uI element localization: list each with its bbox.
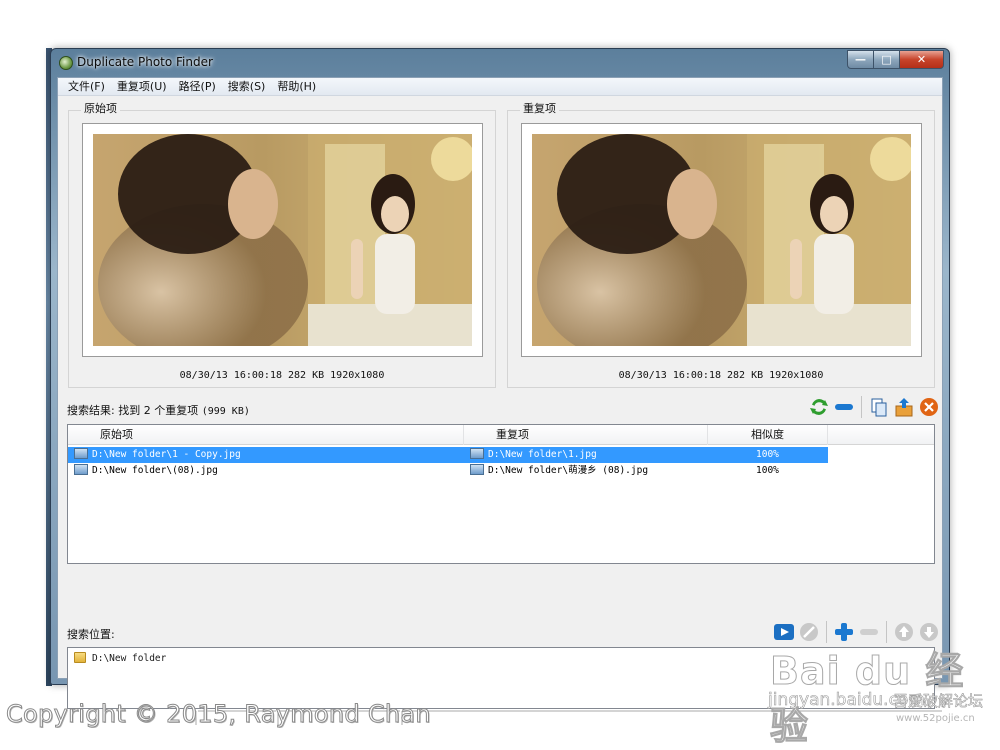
original-panel-caption: 原始项 bbox=[81, 100, 120, 116]
refresh-icon[interactable] bbox=[808, 396, 830, 418]
image-file-icon bbox=[74, 464, 88, 475]
duplicate-photo-frame bbox=[521, 123, 922, 357]
row-duplicate-cell: D:\New folder\1.jpg bbox=[470, 447, 708, 463]
results-summary: 搜索结果: 找到 2 个重复项 (999 KB) bbox=[67, 402, 250, 418]
menu-help[interactable]: 帮助(H) bbox=[271, 78, 322, 96]
window-title: Duplicate Photo Finder bbox=[77, 55, 213, 69]
duplicate-photo[interactable] bbox=[532, 134, 911, 346]
table-row[interactable]: D:\New folder\1 - Copy.jpg D:\New folder… bbox=[68, 447, 828, 463]
search-location-label: 搜索位置: bbox=[67, 628, 115, 641]
row-duplicate-path: D:\New folder\萌漫乡 (08).jpg bbox=[488, 465, 649, 476]
row-original-path: D:\New folder\(08).jpg bbox=[92, 465, 218, 476]
results-summary-size: (999 KB) bbox=[201, 406, 250, 417]
client-area: 文件(F) 重复项(U) 路径(P) 搜索(S) 帮助(H) 原始项 08/30… bbox=[57, 77, 943, 725]
original-panel: 原始项 08/30/13 16:00:18 282 KB 1920x1080 bbox=[68, 100, 496, 388]
minimize-button[interactable]: — bbox=[847, 50, 874, 69]
maximize-button[interactable]: □ bbox=[874, 50, 900, 69]
copyright-watermark: Copyright © 2015, Raymond Chan bbox=[6, 700, 432, 729]
copy-icon[interactable] bbox=[868, 396, 890, 418]
original-photo-info: 08/30/13 16:00:18 282 KB 1920x1080 bbox=[179, 370, 385, 381]
forum-watermark: 吾爱破解论坛 bbox=[893, 692, 984, 711]
row-duplicate-cell: D:\New folder\萌漫乡 (08).jpg bbox=[470, 463, 708, 479]
duplicate-photo-info: 08/30/13 16:00:18 282 KB 1920x1080 bbox=[618, 370, 824, 381]
close-icon: ✕ bbox=[916, 53, 927, 66]
toolbar-separator bbox=[861, 396, 862, 418]
original-photo[interactable] bbox=[93, 134, 472, 346]
results-toolbar bbox=[808, 394, 940, 420]
move-icon[interactable] bbox=[893, 396, 915, 418]
app-window: Duplicate Photo Finder — □ ✕ 文件(F) 重复项(U… bbox=[50, 48, 950, 725]
delete-icon[interactable] bbox=[918, 396, 940, 418]
menu-duplicates[interactable]: 重复项(U) bbox=[111, 78, 173, 96]
original-photo-frame bbox=[82, 123, 483, 357]
menu-bar: 文件(F) 重复项(U) 路径(P) 搜索(S) 帮助(H) bbox=[58, 78, 942, 96]
duplicate-panel-caption: 重复项 bbox=[520, 100, 559, 116]
image-file-icon bbox=[74, 448, 88, 459]
column-original[interactable]: 原始项 bbox=[68, 425, 464, 445]
results-table-header: 原始项 重复项 相似度 bbox=[68, 425, 934, 445]
maximize-icon: □ bbox=[881, 53, 892, 66]
column-duplicate[interactable]: 重复项 bbox=[464, 425, 708, 445]
forum-site-watermark: www.52pojie.cn bbox=[896, 713, 975, 724]
minus-icon[interactable] bbox=[833, 396, 855, 418]
folder-icon bbox=[74, 652, 86, 663]
row-similarity: 100% bbox=[756, 449, 779, 460]
image-file-icon bbox=[470, 464, 484, 475]
title-bar[interactable]: Duplicate Photo Finder — □ ✕ bbox=[51, 49, 949, 77]
menu-search[interactable]: 搜索(S) bbox=[222, 78, 272, 96]
app-logo-icon bbox=[59, 56, 73, 70]
results-summary-text: 搜索结果: 找到 2 个重复项 bbox=[67, 404, 202, 417]
column-similarity[interactable]: 相似度 bbox=[708, 425, 828, 445]
minimize-icon: — bbox=[855, 53, 866, 66]
menu-file[interactable]: 文件(F) bbox=[62, 78, 111, 96]
image-file-icon bbox=[470, 448, 484, 459]
row-original-cell: D:\New folder\(08).jpg bbox=[74, 463, 464, 479]
close-button[interactable]: ✕ bbox=[900, 50, 944, 69]
duplicate-panel: 重复项 08/30/13 16:00:18 282 KB 1920x1080 bbox=[507, 100, 935, 388]
row-duplicate-path: D:\New folder\1.jpg bbox=[488, 449, 597, 460]
window-controls: — □ ✕ bbox=[847, 50, 944, 69]
results-table: 原始项 重复项 相似度 D:\New folder\1 - Copy.jpg D… bbox=[67, 424, 935, 564]
table-row[interactable]: D:\New folder\(08).jpg D:\New folder\萌漫乡… bbox=[68, 463, 828, 479]
menu-path[interactable]: 路径(P) bbox=[173, 78, 222, 96]
row-similarity: 100% bbox=[756, 465, 779, 476]
location-path: D:\New folder bbox=[92, 653, 167, 664]
list-item[interactable]: D:\New folder bbox=[74, 652, 166, 666]
row-original-path: D:\New folder\1 - Copy.jpg bbox=[92, 449, 241, 460]
row-original-cell: D:\New folder\1 - Copy.jpg bbox=[74, 447, 464, 463]
